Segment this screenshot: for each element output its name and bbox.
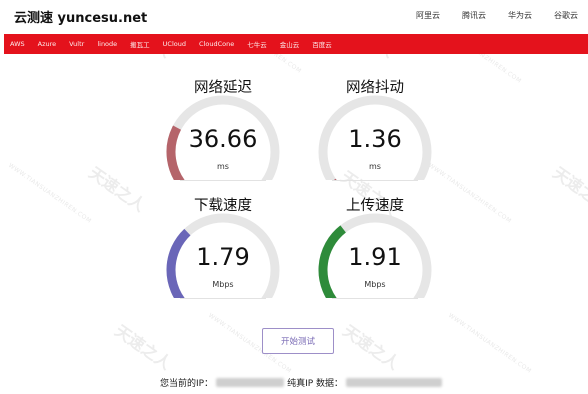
nav-item-aws[interactable]: AWS bbox=[10, 40, 25, 48]
header: 云测速 yuncesu.net 阿里云 腾讯云 华为云 谷歌云 bbox=[0, 0, 588, 34]
ip-info: 您当前的IP： 纯真IP 数据： bbox=[160, 376, 445, 389]
gauge-download: 下载速度 1.79 Mbps bbox=[158, 194, 288, 304]
provider-navbar: AWS Azure Vultr linode 搬瓦工 UCloud CloudC… bbox=[4, 34, 588, 54]
nav-item-kingsoft[interactable]: 金山云 bbox=[280, 39, 300, 49]
gauge-unit: Mbps bbox=[364, 280, 386, 289]
pure-ip-label: 纯真IP 数据： bbox=[287, 379, 344, 389]
top-link-huawei[interactable]: 华为云 bbox=[508, 10, 532, 21]
gauge-baseline bbox=[332, 180, 418, 181]
nav-item-ucloud[interactable]: UCloud bbox=[163, 40, 186, 48]
nav-item-azure[interactable]: Azure bbox=[38, 40, 57, 48]
gauge-latency: 网络延迟 36.66 ms bbox=[158, 76, 288, 186]
nav-item-baidu[interactable]: 百度云 bbox=[312, 39, 332, 49]
top-link-tencent[interactable]: 腾讯云 bbox=[462, 10, 486, 21]
gauge-unit: ms bbox=[369, 162, 381, 171]
pure-ip-value-redacted bbox=[346, 378, 443, 387]
top-link-aliyun[interactable]: 阿里云 bbox=[416, 10, 440, 21]
site-brand[interactable]: 云测速 yuncesu.net bbox=[14, 7, 147, 26]
gauge-baseline bbox=[180, 180, 266, 181]
top-link-google[interactable]: 谷歌云 bbox=[554, 10, 578, 21]
nav-item-linode[interactable]: linode bbox=[97, 40, 117, 48]
start-test-button[interactable]: 开始测试 bbox=[262, 328, 334, 354]
gauge-value: 1.36 bbox=[348, 125, 402, 153]
watermark-text: 天速之人 bbox=[111, 321, 175, 374]
watermark-url: WWW.TIANSUANZHIREN.COM bbox=[447, 312, 533, 375]
gauge-unit: ms bbox=[217, 162, 229, 171]
gauge-value: 1.91 bbox=[348, 243, 402, 271]
gauge-jitter: 网络抖动 1.36 ms bbox=[310, 76, 440, 186]
top-links: 阿里云 腾讯云 华为云 谷歌云 bbox=[394, 10, 578, 21]
nav-item-vultr[interactable]: Vultr bbox=[69, 40, 84, 48]
gauge-value: 1.79 bbox=[196, 243, 250, 271]
ip-label: 您当前的IP： bbox=[160, 379, 214, 389]
watermark-text: 天速之人 bbox=[339, 321, 403, 374]
nav-item-cloudcone[interactable]: CloudCone bbox=[199, 40, 234, 48]
gauge-value: 36.66 bbox=[188, 125, 258, 153]
watermark-url: WWW.TIANSUANZHIREN.COM bbox=[7, 162, 93, 225]
gauge-baseline bbox=[180, 298, 266, 299]
gauge-unit: Mbps bbox=[212, 280, 234, 289]
watermark-text: 天速之人 bbox=[549, 163, 588, 216]
gauge-baseline bbox=[332, 298, 418, 299]
gauge-upload: 上传速度 1.91 Mbps bbox=[310, 194, 440, 304]
nav-item-qiniu[interactable]: 七牛云 bbox=[247, 39, 267, 49]
ip-value-redacted bbox=[216, 378, 285, 387]
nav-item-bandwagon[interactable]: 搬瓦工 bbox=[130, 39, 150, 49]
watermark-text: 天速之人 bbox=[85, 163, 149, 216]
